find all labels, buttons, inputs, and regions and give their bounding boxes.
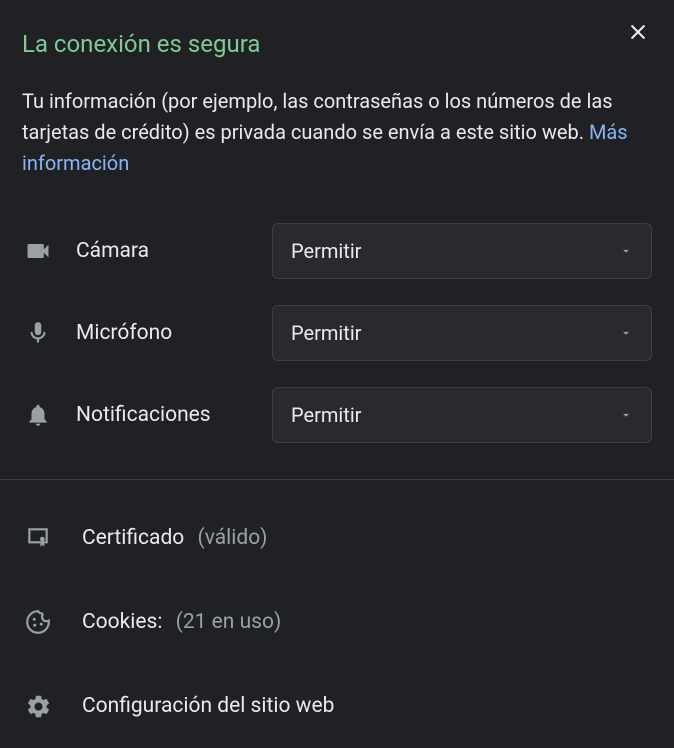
camera-select[interactable]: Permitir bbox=[272, 223, 652, 279]
permission-label: Micrófono bbox=[76, 321, 272, 345]
site-info-panel: La conexión es segura Tu información (po… bbox=[0, 0, 674, 736]
site-settings-row[interactable]: Configuración del sitio web bbox=[22, 676, 652, 736]
permission-row-microphone: Micrófono Permitir bbox=[22, 305, 652, 361]
bell-icon bbox=[22, 399, 54, 431]
description-text: Tu información (por ejemplo, las contras… bbox=[22, 89, 613, 144]
close-icon bbox=[628, 22, 648, 42]
permission-label: Cámara bbox=[76, 239, 272, 263]
chevron-down-icon bbox=[619, 239, 633, 263]
microphone-icon bbox=[22, 317, 54, 349]
chevron-down-icon bbox=[619, 403, 633, 427]
permission-row-notifications: Notificaciones Permitir bbox=[22, 387, 652, 443]
details-section: Certificado (válido) Cookies: (21 en uso… bbox=[22, 480, 652, 736]
close-button[interactable] bbox=[624, 18, 652, 46]
cookies-sub-text: (21 en uso) bbox=[176, 610, 282, 634]
permission-row-camera: Cámara Permitir bbox=[22, 223, 652, 279]
notifications-select[interactable]: Permitir bbox=[272, 387, 652, 443]
microphone-select[interactable]: Permitir bbox=[272, 305, 652, 361]
detail-label: Configuración del sitio web bbox=[82, 694, 334, 718]
description: Tu información (por ejemplo, las contras… bbox=[22, 86, 652, 179]
permission-label: Notificaciones bbox=[76, 403, 272, 427]
cookies-row[interactable]: Cookies: (21 en uso) bbox=[22, 592, 652, 652]
cookie-icon bbox=[22, 606, 54, 638]
certificate-sub-text: (válido) bbox=[198, 526, 268, 550]
cookies-label-text: Cookies: bbox=[82, 610, 162, 634]
certificate-row[interactable]: Certificado (válido) bbox=[22, 508, 652, 568]
detail-label: Certificado (válido) bbox=[82, 526, 268, 550]
detail-label: Cookies: (21 en uso) bbox=[82, 610, 281, 634]
permissions-section: Cámara Permitir Micrófono Permitir bbox=[22, 223, 652, 479]
certificate-icon bbox=[22, 522, 54, 554]
camera-icon bbox=[22, 235, 54, 267]
select-value: Permitir bbox=[291, 321, 361, 345]
chevron-down-icon bbox=[619, 321, 633, 345]
select-value: Permitir bbox=[291, 403, 361, 427]
certificate-label-text: Certificado bbox=[82, 526, 184, 550]
select-value: Permitir bbox=[291, 239, 361, 263]
gear-icon bbox=[22, 690, 54, 722]
page-title: La conexión es segura bbox=[22, 30, 652, 58]
